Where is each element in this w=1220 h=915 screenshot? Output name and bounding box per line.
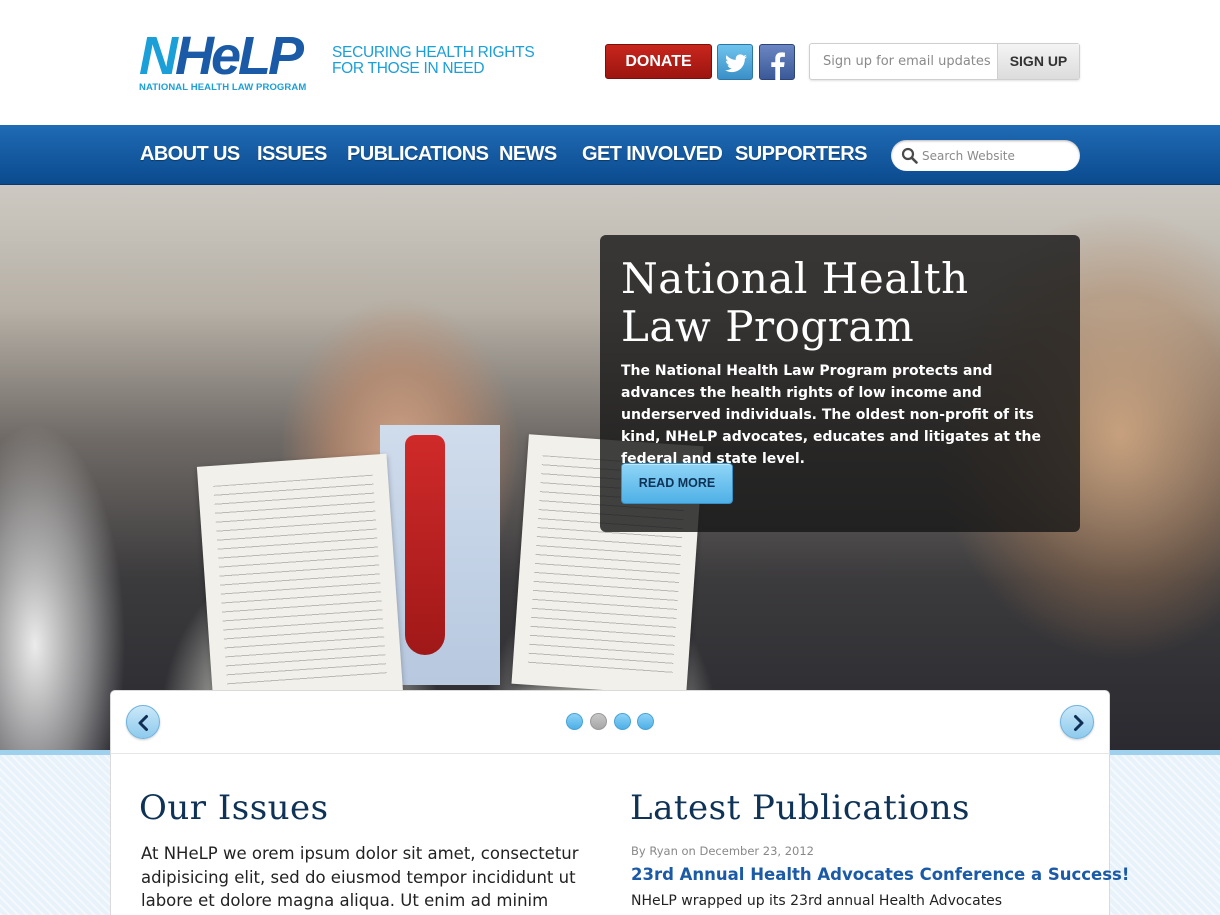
site-logo[interactable]: NHeLP NATIONAL HEALTH LAW PROGRAM [139, 28, 319, 98]
main-nav: ABOUT US ISSUES PUBLICATIONS NEWS GET IN… [0, 125, 1220, 185]
donate-button[interactable]: DONATE [605, 44, 712, 79]
nav-item-get-involved[interactable]: GET INVOLVED [582, 143, 723, 166]
tagline: SECURING HEALTH RIGHTS FOR THOSE IN NEED [332, 44, 535, 77]
hero-photo-tie [405, 435, 445, 655]
publication-title-link[interactable]: 23rd Annual Health Advocates Conference … [631, 865, 1129, 884]
previous-slide-button[interactable] [126, 705, 160, 739]
nav-item-about-us[interactable]: ABOUT US [140, 143, 240, 166]
publication-meta: By Ryan on December 23, 2012 [631, 844, 814, 858]
magnifier-icon [901, 147, 918, 164]
slide-dot-2[interactable] [590, 713, 607, 730]
search-input[interactable] [922, 140, 1072, 171]
slide-dot-4[interactable] [637, 713, 654, 730]
nav-item-news[interactable]: NEWS [499, 143, 557, 166]
read-more-button[interactable]: READ MORE [621, 463, 733, 504]
slide-dot-1[interactable] [566, 713, 583, 730]
tagline-line-1: SECURING HEALTH RIGHTS [332, 44, 535, 61]
next-slide-button[interactable] [1060, 705, 1094, 739]
hero-description: The National Health Law Program protects… [621, 363, 1041, 467]
twitter-icon[interactable] [717, 44, 753, 80]
issues-heading: Our Issues [139, 788, 329, 828]
nav-item-supporters[interactable]: SUPPORTERS [735, 143, 867, 166]
email-field[interactable] [810, 44, 997, 79]
hero-title: National Health Law Program [621, 254, 969, 351]
facebook-icon[interactable] [759, 44, 795, 80]
publication-excerpt: NHeLP wrapped up its 23rd annual Health … [631, 893, 1003, 909]
site-header: NHeLP NATIONAL HEALTH LAW PROGRAM SECURI… [0, 0, 1220, 125]
slider-controls [110, 690, 1110, 754]
hero-photo-document-left [196, 453, 404, 707]
email-signup: SIGN UP [809, 43, 1080, 80]
nav-item-publications[interactable]: PUBLICATIONS [347, 143, 489, 166]
nav-item-issues[interactable]: ISSUES [257, 143, 327, 166]
issues-text: At NHeLP we orem ipsum dolor sit amet, c… [141, 844, 579, 915]
signup-button[interactable]: SIGN UP [997, 44, 1079, 79]
publications-heading: Latest Publications [630, 788, 971, 828]
tagline-line-2: FOR THOSE IN NEED [332, 60, 485, 77]
search-box [891, 140, 1080, 171]
slide-dot-3[interactable] [614, 713, 631, 730]
hero-caption-box: National Health Law Program The National… [600, 235, 1080, 532]
main-content: Our Issues At NHeLP we orem ipsum dolor … [110, 754, 1129, 915]
logo-mark: NHeLP [139, 26, 304, 86]
hero-slider: National Health Law Program The National… [0, 185, 1220, 750]
chevron-right-icon [1074, 715, 1084, 731]
chevron-left-icon [138, 715, 148, 731]
logo-subtitle: NATIONAL HEALTH LAW PROGRAM [139, 82, 307, 93]
